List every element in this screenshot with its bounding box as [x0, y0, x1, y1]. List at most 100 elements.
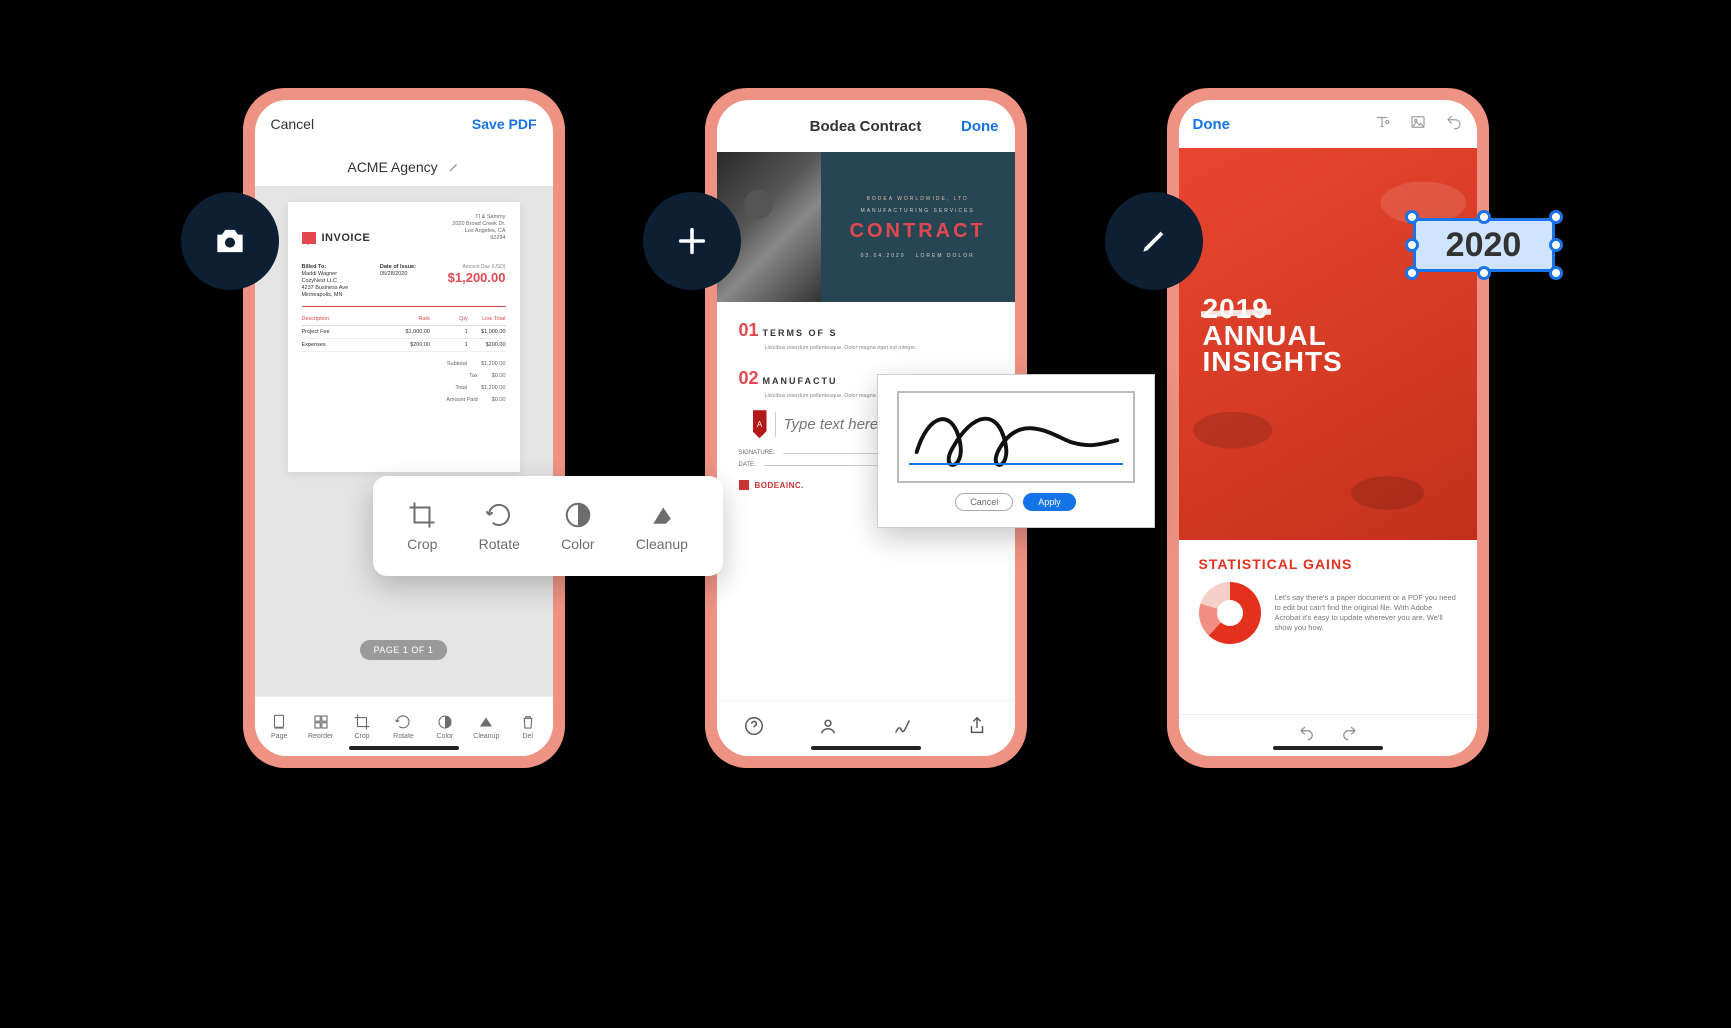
resize-handle[interactable] — [1405, 210, 1419, 224]
resize-handle[interactable] — [1477, 210, 1491, 224]
invoice-address1: 2020 Broad Creek Dr. — [452, 221, 505, 228]
resize-handle[interactable] — [1477, 266, 1491, 280]
signature-cancel-button[interactable]: Cancel — [955, 493, 1013, 511]
float-cleanup[interactable]: Cleanup — [636, 500, 688, 552]
undo-icon — [1298, 724, 1316, 742]
hero-line1: ANNUAL — [1203, 323, 1327, 350]
float-label: Rotate — [479, 536, 520, 552]
tool-label: Del — [522, 733, 533, 740]
billed-addr1: 4237 Business Ave — [302, 285, 349, 292]
tool-rotate[interactable]: Rotate — [383, 713, 423, 740]
hero-year-struck: 2019 — [1203, 296, 1269, 323]
done-button[interactable]: Done — [1193, 116, 1231, 133]
tool-cleanup[interactable]: Cleanup — [466, 713, 506, 740]
save-pdf-button[interactable]: Save PDF — [472, 116, 537, 132]
page-indicator: PAGE 1 OF 1 — [360, 640, 448, 660]
tax-label: Tax — [469, 373, 478, 379]
tool-page[interactable]: Page — [259, 713, 299, 740]
hero-subtitle: MANUFACTURING SERVICES — [861, 208, 975, 214]
tool-label: Rotate — [393, 733, 414, 740]
section-01: 01 TERMS OF S Liiscibus interdum pellente… — [739, 320, 993, 352]
undo-header-button[interactable] — [1445, 113, 1463, 136]
done-button[interactable]: Done — [947, 118, 999, 135]
float-label: Color — [561, 536, 594, 552]
subtotal-value: $1,200.00 — [481, 361, 505, 367]
profile-button[interactable] — [817, 715, 839, 742]
subtotal-label: Subtotal — [447, 361, 467, 367]
tool-delete[interactable]: Del — [508, 713, 548, 740]
redo-icon — [1340, 724, 1358, 742]
image-tool-icon — [1409, 113, 1427, 131]
tool-label: Crop — [354, 733, 369, 740]
text-selection-overlay[interactable]: 2020 — [1401, 206, 1567, 284]
signature-apply-button[interactable]: Apply — [1023, 493, 1076, 511]
home-indicator — [1273, 746, 1383, 750]
share-button[interactable] — [966, 715, 988, 742]
tool-reorder[interactable]: Reorder — [301, 713, 341, 740]
edit-badge — [1105, 192, 1203, 290]
invoice-address2: Los Angeles, CA — [452, 228, 505, 235]
invoice-company: TI & Sammy — [452, 214, 505, 221]
document-title-row[interactable]: ACME Agency — [255, 148, 553, 186]
tool-crop[interactable]: Crop — [342, 713, 382, 740]
hero-pretitle: BODEA WORLDWIDE, LTD — [867, 196, 969, 202]
row-qty: 1 — [430, 342, 468, 348]
resize-handle[interactable] — [1549, 266, 1563, 280]
document-title: Bodea Contract — [785, 118, 947, 135]
resize-handle[interactable] — [1405, 266, 1419, 280]
hero-date: 03.04.2020 — [861, 253, 906, 259]
signature-canvas[interactable] — [897, 391, 1135, 483]
stats-copy: Let's say there's a paper document or a … — [1275, 593, 1457, 634]
section-num: 01 — [739, 320, 759, 340]
float-rotate[interactable]: Rotate — [479, 500, 520, 552]
resize-handle[interactable] — [1549, 238, 1563, 252]
tool-color[interactable]: Color — [425, 713, 465, 740]
camera-badge — [181, 192, 279, 290]
hero-title: CONTRACT — [850, 220, 986, 243]
row-desc: Project Fee — [302, 329, 393, 335]
text-tool-button[interactable] — [1373, 113, 1391, 136]
rotate-icon — [484, 500, 514, 530]
total-label: Total — [455, 385, 467, 391]
image-tool-button[interactable] — [1409, 113, 1427, 136]
col-qty: Qty — [430, 316, 468, 322]
cancel-button[interactable]: Cancel — [271, 116, 315, 132]
sign-button[interactable] — [892, 715, 914, 742]
tax-value: $0.00 — [492, 373, 506, 379]
resize-handle[interactable] — [1549, 210, 1563, 224]
row-rate: $1,000.00 — [392, 329, 430, 335]
tool-label: Reorder — [308, 733, 333, 740]
section-title: MANUFACTU — [763, 376, 838, 386]
issue-label: Date of Issue: — [380, 264, 416, 271]
undo-icon — [1445, 113, 1463, 131]
camera-icon — [211, 222, 249, 260]
float-crop[interactable]: Crop — [407, 500, 437, 552]
contract-hero: BODEA WORLDWIDE, LTD MANUFACTURING SERVI… — [717, 152, 1015, 302]
stats-heading: STATISTICAL GAINS — [1199, 556, 1457, 572]
donut-chart — [1199, 582, 1261, 644]
home-indicator — [349, 746, 459, 750]
tool-label: Page — [271, 733, 287, 740]
col-description: Description — [302, 316, 393, 322]
signature-drawing — [899, 393, 1133, 483]
tool-label: Color — [437, 733, 454, 740]
col-rate: Rate — [392, 316, 430, 322]
invoice-preview[interactable]: TI & Sammy 2020 Broad Creek Dr. Los Ange… — [288, 202, 520, 472]
section-title: TERMS OF S — [763, 328, 838, 338]
bodea-name: BODEAINC. — [755, 481, 804, 490]
resize-handle[interactable] — [1405, 238, 1419, 252]
undo-button[interactable] — [1298, 724, 1316, 747]
float-color[interactable]: Color — [561, 500, 594, 552]
row-rate: $200.00 — [392, 342, 430, 348]
floating-edit-toolbar: Crop Rotate Color Cleanup — [373, 476, 723, 576]
redo-button[interactable] — [1340, 724, 1358, 747]
section-body: Liiscibus interdum pellentesque. Dolor m… — [765, 345, 993, 352]
section-num: 02 — [739, 368, 759, 388]
hero-lorem: LOREM DOLOR — [916, 253, 975, 259]
float-label: Cleanup — [636, 536, 688, 552]
selection-text[interactable]: 2020 — [1413, 218, 1555, 272]
help-button[interactable] — [743, 715, 765, 742]
billed-addr2: Minneapolis, MN — [302, 292, 349, 299]
signature-label: SIGNATURE: — [739, 450, 775, 456]
crop-icon — [407, 500, 437, 530]
